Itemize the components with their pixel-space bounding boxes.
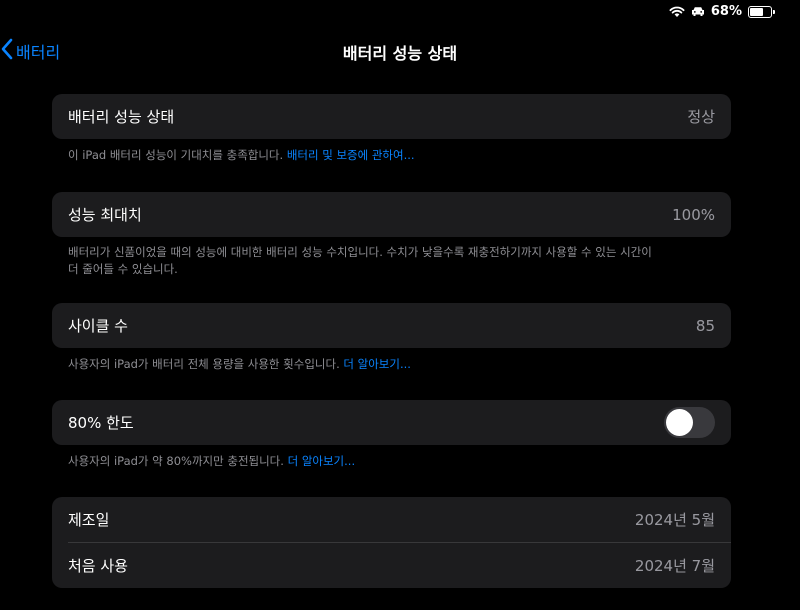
manufacture-date-value: 2024년 5월 [634,511,715,529]
battery-health-card: 배터리 성능 상태 정상 [52,94,731,139]
cycle-count-note: 사용자의 iPad가 배터리 전체 용량을 사용한 횟수입니다. 더 알아보기.… [68,356,718,373]
manufacture-date-label: 제조일 [68,511,110,529]
battery-warranty-link[interactable]: 배터리 및 보증에 관하여... [287,148,415,162]
wifi-icon [669,6,685,18]
first-use-label: 처음 사용 [68,557,128,575]
max-capacity-card: 성능 최대치 100% [52,192,731,237]
toggle-knob [666,409,693,436]
cycle-count-label: 사이클 수 [68,317,128,335]
cycle-count-row: 사이클 수 85 [52,303,731,348]
battery-health-note: 이 iPad 배터리 성능이 기대치를 충족합니다. 배터리 및 보증에 관하여… [68,147,718,164]
battery-health-row: 배터리 성능 상태 정상 [52,94,731,139]
cycle-count-note-text: 사용자의 iPad가 배터리 전체 용량을 사용한 횟수입니다. [68,357,344,371]
manufacture-date-row: 제조일 2024년 5월 [52,497,731,542]
page-title: 배터리 성능 상태 [342,44,458,63]
battery-health-note-text: 이 iPad 배터리 성능이 기대치를 충족합니다. [68,148,287,162]
limit-learn-more-link[interactable]: 더 알아보기... [288,454,356,468]
battery-health-label: 배터리 성능 상태 [68,108,175,126]
charge-limit-label: 80% 한도 [68,414,134,432]
max-capacity-row: 성능 최대치 100% [52,192,731,237]
max-capacity-value: 100% [672,205,715,224]
battery-icon [748,5,775,18]
max-capacity-label: 성능 최대치 [68,206,142,224]
battery-percent: 68% [710,4,742,19]
charge-limit-card: 80% 한도 [52,400,731,445]
battery-health-value: 정상 [687,108,715,126]
max-capacity-note-line2: 더 줄어들 수 있습니다. [68,262,178,276]
charge-limit-note-text: 사용자의 iPad가 약 80%까지만 충전됩니다. [68,454,288,468]
status-bar: 68% [669,4,775,19]
first-use-value: 2024년 7월 [634,557,715,575]
max-capacity-note: 배터리가 신품이었을 때의 성능에 대비한 배터리 성능 수치입니다. 수치가 … [68,244,718,278]
car-icon [691,6,705,17]
navigation-bar: 배터리 배터리 성능 상태 [0,36,800,66]
cycle-learn-more-link[interactable]: 더 알아보기... [343,357,411,371]
charge-limit-note: 사용자의 iPad가 약 80%까지만 충전됩니다. 더 알아보기... [68,453,718,470]
charge-limit-toggle[interactable] [664,407,715,438]
dates-card: 제조일 2024년 5월 처음 사용 2024년 7월 [52,497,731,588]
first-use-row: 처음 사용 2024년 7월 [52,543,731,588]
charge-limit-row: 80% 한도 [52,400,731,445]
cycle-count-value: 85 [695,316,715,335]
cycle-count-card: 사이클 수 85 [52,303,731,348]
max-capacity-note-line1: 배터리가 신품이었을 때의 성능에 대비한 배터리 성능 수치입니다. 수치가 … [68,245,652,259]
